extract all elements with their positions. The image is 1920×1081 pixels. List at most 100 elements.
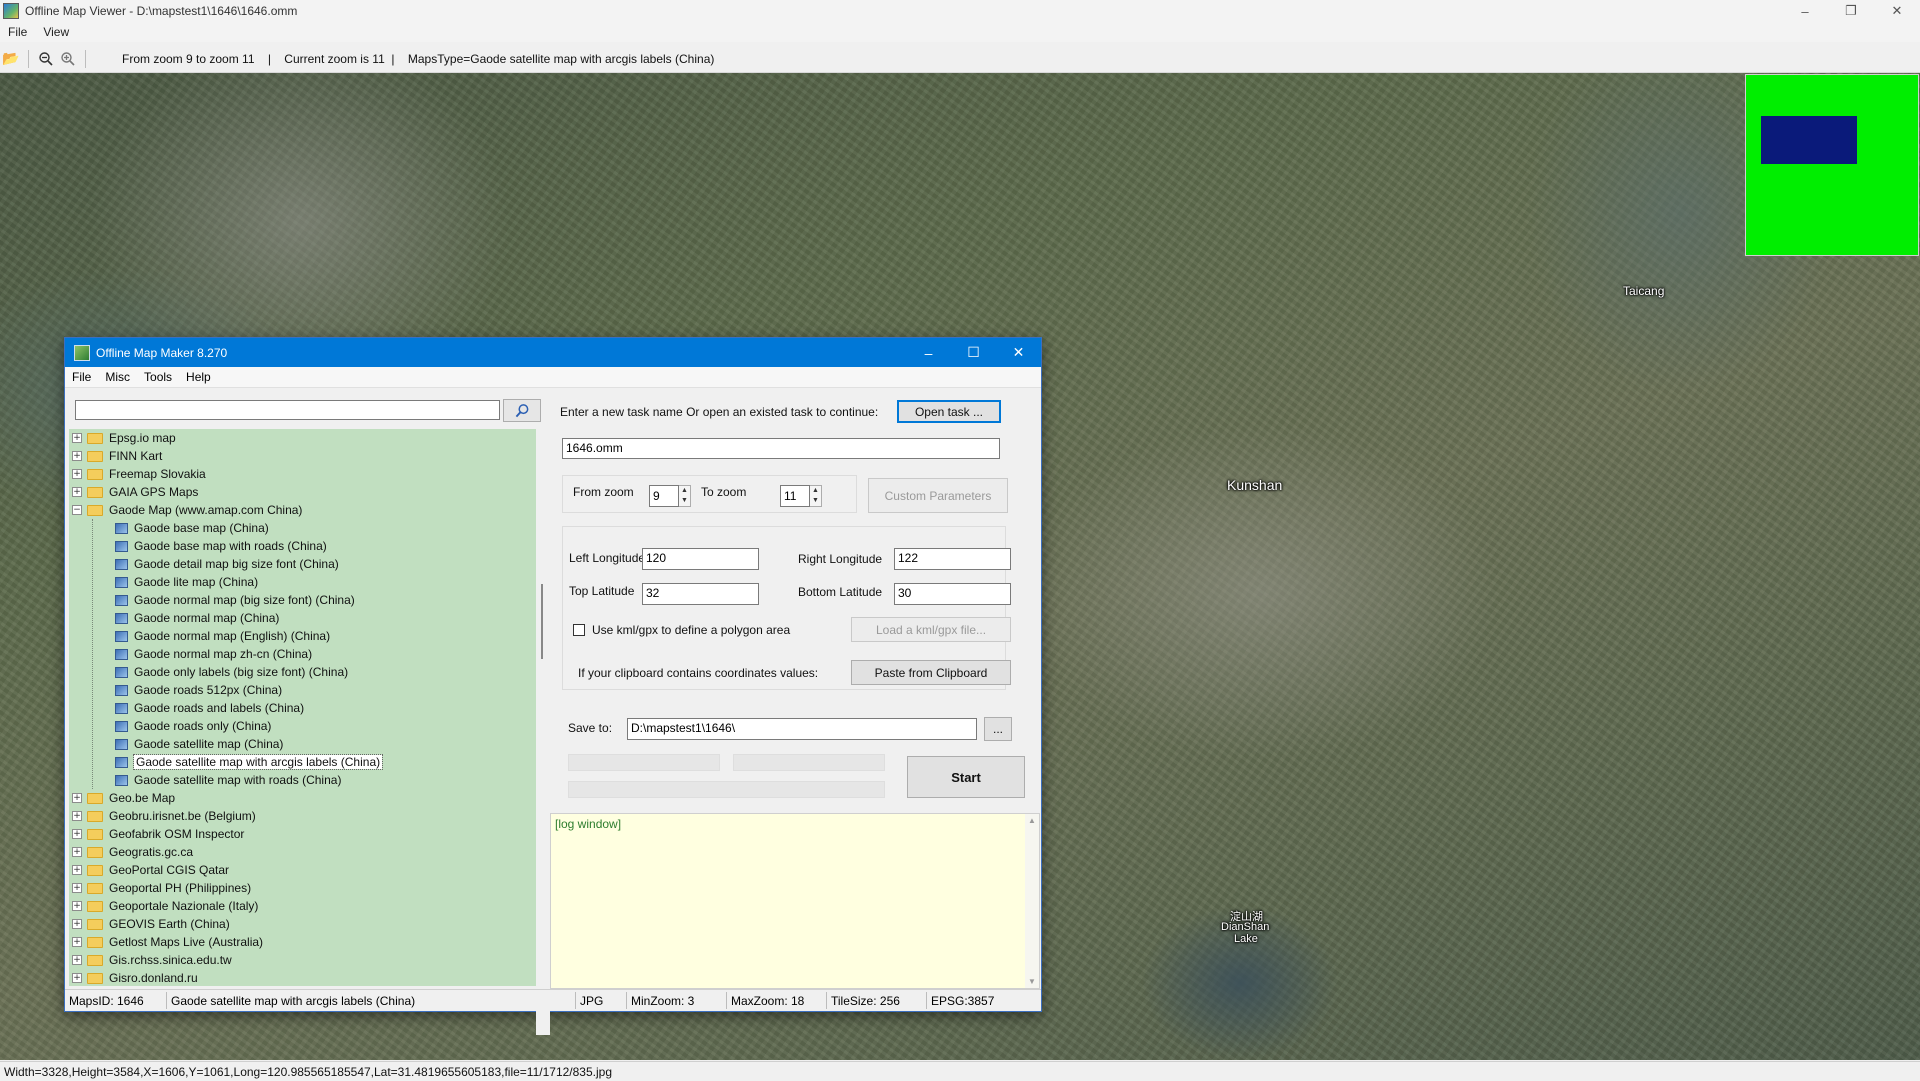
tree-map-item[interactable]: Gaode normal map (big size font) (China) — [115, 591, 355, 609]
map-search-input[interactable] — [75, 400, 500, 420]
dialog-maximize-icon[interactable]: ☐ — [951, 338, 996, 367]
dialog-minimize-icon[interactable]: – — [906, 338, 951, 367]
tree-map-item[interactable]: Gaode roads only (China) — [115, 717, 271, 735]
map-source-tree[interactable]: + Epsg.io map + FINN Kart + Freemap Slovakia +… — [69, 429, 536, 986]
load-kml-button[interactable]: Load a kml/gpx file... — [851, 617, 1011, 642]
expand-icon[interactable]: + — [72, 973, 82, 983]
expand-icon[interactable]: + — [72, 865, 82, 875]
menu-file[interactable]: File — [0, 25, 35, 39]
tree-folder-item[interactable]: + Freemap Slovakia — [72, 465, 206, 483]
tree-map-item[interactable]: Gaode satellite map with roads (China) — [115, 771, 341, 789]
save-path-input[interactable]: D:\mapstest1\1646\ — [627, 718, 977, 740]
expand-icon[interactable]: + — [72, 847, 82, 857]
from-zoom-arrows[interactable]: ▲ ▼ — [679, 485, 691, 507]
tree-map-item[interactable]: Gaode only labels (big size font) (China… — [115, 663, 348, 681]
expand-icon[interactable]: + — [72, 811, 82, 821]
paste-clipboard-button[interactable]: Paste from Clipboard — [851, 660, 1011, 685]
open-task-button[interactable]: Open task ... — [897, 400, 1001, 423]
tree-folder-item[interactable]: + FINN Kart — [72, 447, 162, 465]
tree-map-item[interactable]: Gaode normal map (China) — [115, 609, 279, 627]
tree-folder-item[interactable]: + Epsg.io map — [72, 429, 176, 447]
tree-folder-item[interactable]: + Geo.be Map — [72, 789, 175, 807]
expand-icon[interactable]: + — [72, 469, 82, 479]
tree-folder-item[interactable]: − Gaode Map (www.amap.com China) — [72, 501, 302, 519]
tree-folder-item[interactable]: + Geobru.irisnet.be (Belgium) — [72, 807, 256, 825]
dialog-close-icon[interactable]: ✕ — [996, 338, 1041, 367]
tree-map-item[interactable]: Gaode roads 512px (China) — [115, 681, 282, 699]
tree-folder-item[interactable]: + Gis.rchss.sinica.edu.tw — [72, 951, 232, 969]
expand-icon[interactable]: + — [72, 901, 82, 911]
expand-icon[interactable]: + — [72, 883, 82, 893]
expand-icon[interactable]: + — [72, 433, 82, 443]
custom-parameters-button[interactable]: Custom Parameters — [868, 478, 1008, 513]
minimize-icon[interactable]: – — [1782, 0, 1828, 22]
tree-folder-item[interactable]: + Geofabrik OSM Inspector — [72, 825, 244, 843]
start-button[interactable]: Start — [907, 756, 1025, 798]
tree-map-item[interactable]: Gaode satellite map (China) — [115, 735, 283, 753]
right-longitude-input[interactable]: 122 — [894, 548, 1011, 570]
search-button[interactable] — [503, 399, 541, 422]
stepper-down-icon[interactable]: ▼ — [679, 496, 690, 506]
minimap-viewport[interactable] — [1761, 116, 1857, 164]
tree-map-item[interactable]: Gaode normal map zh-cn (China) — [115, 645, 312, 663]
restore-icon[interactable]: ❐ — [1828, 0, 1874, 22]
scroll-down-icon[interactable]: ▼ — [1025, 977, 1039, 986]
to-zoom-arrows[interactable]: ▲ ▼ — [810, 485, 822, 507]
scroll-up-icon[interactable]: ▲ — [1025, 814, 1039, 825]
tree-folder-item[interactable]: + GEOVIS Earth (China) — [72, 915, 230, 933]
tree-folder-item[interactable]: + Geoportal PH (Philippines) — [72, 879, 251, 897]
tree-map-item[interactable]: Gaode normal map (English) (China) — [115, 627, 330, 645]
stepper-up-icon[interactable]: ▲ — [679, 486, 690, 496]
browse-button[interactable]: ... — [984, 717, 1012, 741]
tree-folder-item[interactable]: + GAIA GPS Maps — [72, 483, 198, 501]
expand-icon[interactable]: + — [72, 487, 82, 497]
expand-icon[interactable]: + — [72, 919, 82, 929]
log-scrollbar[interactable]: ▲ ▼ — [1025, 814, 1039, 988]
dialog-menubar: File Misc Tools Help — [65, 367, 1041, 388]
overview-minimap[interactable] — [1745, 74, 1919, 256]
use-kml-checkbox[interactable] — [573, 624, 585, 636]
tree-map-item[interactable]: Gaode base map with roads (China) — [115, 537, 327, 555]
tree-folder-item[interactable]: + Getlost Maps Live (Australia) — [72, 933, 263, 951]
menu-view[interactable]: View — [35, 25, 77, 39]
tree-folder-item[interactable]: + GeoPortal CGIS Qatar — [72, 861, 229, 879]
tree-map-item[interactable]: Gaode roads and labels (China) — [115, 699, 304, 717]
tree-map-item[interactable]: Gaode base map (China) — [115, 519, 269, 537]
from-zoom-value[interactable]: 9 — [649, 485, 679, 507]
left-longitude-input[interactable]: 120 — [642, 548, 759, 570]
dialog-menu-tools[interactable]: Tools — [137, 370, 179, 384]
zoom-in-icon[interactable] — [57, 48, 79, 70]
zoom-out-icon[interactable] — [35, 48, 57, 70]
top-latitude-input[interactable]: 32 — [642, 583, 759, 605]
stepper-up-icon[interactable]: ▲ — [810, 486, 821, 496]
tree-scroll-thumb[interactable] — [541, 584, 543, 659]
from-zoom-stepper[interactable]: 9 ▲ ▼ — [649, 485, 691, 507]
tree-map-item[interactable]: Gaode detail map big size font (China) — [115, 555, 339, 573]
dialog-menu-file[interactable]: File — [65, 370, 98, 384]
expand-icon[interactable]: + — [72, 451, 82, 461]
to-zoom-stepper[interactable]: 11 ▲ ▼ — [780, 485, 822, 507]
tree-folder-item[interactable]: + Geogratis.gc.ca — [72, 843, 193, 861]
dialog-menu-help[interactable]: Help — [179, 370, 218, 384]
tree-map-item[interactable]: Gaode lite map (China) — [115, 573, 258, 591]
tree-scrollbar[interactable] — [536, 479, 550, 1035]
expand-icon[interactable]: + — [72, 937, 82, 947]
tree-folder-item[interactable]: + Geoportale Nazionale (Italy) — [72, 897, 258, 915]
close-icon[interactable]: ✕ — [1874, 0, 1920, 22]
tree-folder-item[interactable]: + Gisro.donland.ru — [72, 969, 198, 986]
bottom-latitude-input[interactable]: 30 — [894, 583, 1011, 605]
stepper-down-icon[interactable]: ▼ — [810, 496, 821, 506]
to-zoom-value[interactable]: 11 — [780, 485, 810, 507]
folder-icon — [87, 828, 103, 840]
expand-icon[interactable]: + — [72, 955, 82, 965]
collapse-icon[interactable]: − — [72, 505, 82, 515]
task-name-input[interactable]: 1646.omm — [562, 438, 1000, 459]
log-window[interactable]: [log window] ▲ ▼ — [550, 813, 1040, 989]
tree-item-label: Gaode satellite map with arcgis labels (… — [132, 754, 384, 770]
expand-icon[interactable]: + — [72, 829, 82, 839]
folder-open-icon[interactable]: 📂 — [0, 48, 22, 70]
dialog-menu-misc[interactable]: Misc — [98, 370, 137, 384]
map-layer-icon — [115, 522, 128, 534]
expand-icon[interactable]: + — [72, 793, 82, 803]
tree-map-item[interactable]: Gaode satellite map with arcgis labels (… — [115, 753, 384, 771]
